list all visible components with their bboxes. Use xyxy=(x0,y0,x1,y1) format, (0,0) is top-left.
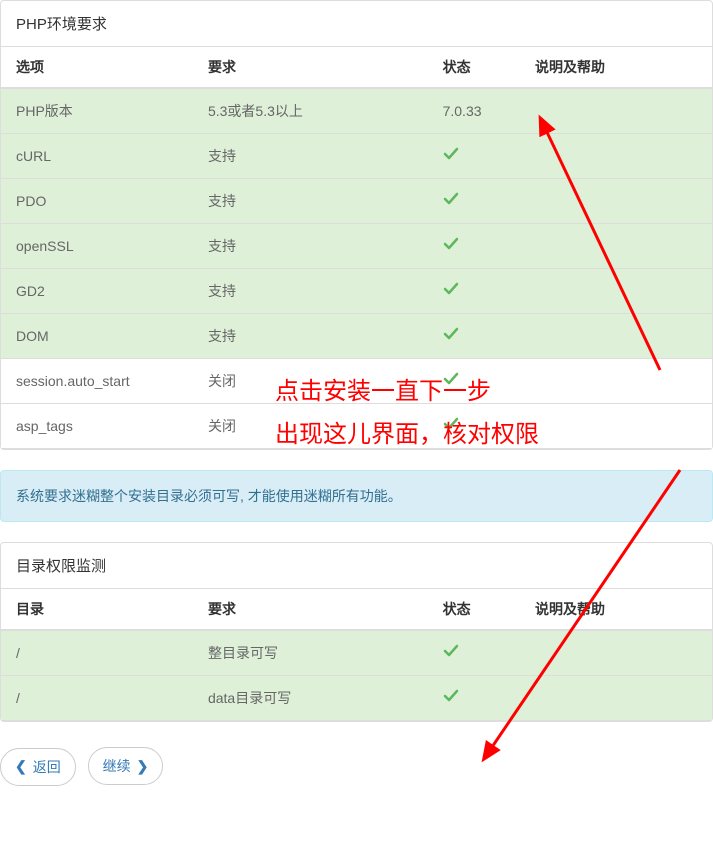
check-icon xyxy=(443,149,459,166)
dir-perm-title: 目录权限监测 xyxy=(1,543,712,589)
cell-help xyxy=(520,134,712,179)
cell-require: data目录可写 xyxy=(193,676,428,721)
table-row: asp_tags关闭 xyxy=(1,404,712,449)
header-help2: 说明及帮助 xyxy=(520,589,712,630)
header-dir: 目录 xyxy=(1,589,193,630)
cell-dir: / xyxy=(1,630,193,676)
table-row: /data目录可写 xyxy=(1,676,712,721)
check-icon xyxy=(443,329,459,346)
cell-option: asp_tags xyxy=(1,404,193,449)
cell-status xyxy=(428,269,520,314)
table-row: cURL支持 xyxy=(1,134,712,179)
continue-button[interactable]: 继续 ❯ xyxy=(88,747,164,785)
cell-status xyxy=(428,630,520,676)
back-button-label: 返回 xyxy=(33,757,61,777)
cell-status xyxy=(428,179,520,224)
check-icon xyxy=(443,239,459,256)
cell-status xyxy=(428,314,520,359)
system-alert: 系统要求迷糊整个安装目录必须可写, 才能使用迷糊所有功能。 xyxy=(0,470,713,522)
cell-require: 关闭 xyxy=(193,404,428,449)
cell-require: 支持 xyxy=(193,224,428,269)
table-row: PDO支持 xyxy=(1,179,712,224)
cell-require: 支持 xyxy=(193,269,428,314)
php-env-title: PHP环境要求 xyxy=(1,1,712,47)
cell-option: DOM xyxy=(1,314,193,359)
cell-help xyxy=(520,314,712,359)
header-option: 选项 xyxy=(1,47,193,88)
cell-help xyxy=(520,404,712,449)
cell-option: session.auto_start xyxy=(1,359,193,404)
table-row: session.auto_start关闭 xyxy=(1,359,712,404)
cell-dir: / xyxy=(1,676,193,721)
cell-help xyxy=(520,88,712,134)
cell-status xyxy=(428,359,520,404)
chevron-right-icon: ❯ xyxy=(137,758,149,775)
cell-option: PDO xyxy=(1,179,193,224)
cell-option: PHP版本 xyxy=(1,88,193,134)
cell-help xyxy=(520,179,712,224)
cell-help xyxy=(520,359,712,404)
check-icon xyxy=(443,374,459,391)
header-require2: 要求 xyxy=(193,589,428,630)
table-row: GD2支持 xyxy=(1,269,712,314)
cell-option: GD2 xyxy=(1,269,193,314)
cell-status xyxy=(428,224,520,269)
cell-status xyxy=(428,676,520,721)
cell-help xyxy=(520,269,712,314)
table-row: PHP版本5.3或者5.3以上7.0.33 xyxy=(1,88,712,134)
cell-require: 关闭 xyxy=(193,359,428,404)
php-env-panel: PHP环境要求 选项 要求 状态 说明及帮助 PHP版本5.3或者5.3以上7.… xyxy=(0,0,713,450)
table-row: DOM支持 xyxy=(1,314,712,359)
table-row: /整目录可写 xyxy=(1,630,712,676)
cell-help xyxy=(520,630,712,676)
check-icon xyxy=(443,691,459,708)
cell-option: cURL xyxy=(1,134,193,179)
continue-button-label: 继续 xyxy=(103,756,131,776)
cell-require: 支持 xyxy=(193,314,428,359)
table-row: openSSL支持 xyxy=(1,224,712,269)
check-icon xyxy=(443,646,459,663)
cell-help xyxy=(520,676,712,721)
cell-status: 7.0.33 xyxy=(428,88,520,134)
button-row: ❮ 返回 继续 ❯ xyxy=(0,742,713,806)
php-env-table: 选项 要求 状态 说明及帮助 PHP版本5.3或者5.3以上7.0.33cURL… xyxy=(1,47,712,449)
cell-require: 整目录可写 xyxy=(193,630,428,676)
cell-require: 支持 xyxy=(193,179,428,224)
cell-require: 5.3或者5.3以上 xyxy=(193,88,428,134)
check-icon xyxy=(443,194,459,211)
header-status: 状态 xyxy=(428,47,520,88)
header-require: 要求 xyxy=(193,47,428,88)
back-button[interactable]: ❮ 返回 xyxy=(0,748,76,786)
cell-status xyxy=(428,134,520,179)
cell-require: 支持 xyxy=(193,134,428,179)
header-help: 说明及帮助 xyxy=(520,47,712,88)
cell-option: openSSL xyxy=(1,224,193,269)
cell-help xyxy=(520,224,712,269)
check-icon xyxy=(443,284,459,301)
dir-perm-table: 目录 要求 状态 说明及帮助 /整目录可写/data目录可写 xyxy=(1,589,712,721)
check-icon xyxy=(443,419,459,436)
header-status2: 状态 xyxy=(428,589,520,630)
chevron-left-icon: ❮ xyxy=(15,758,27,775)
dir-perm-panel: 目录权限监测 目录 要求 状态 说明及帮助 /整目录可写/data目录可写 xyxy=(0,542,713,722)
cell-status xyxy=(428,404,520,449)
